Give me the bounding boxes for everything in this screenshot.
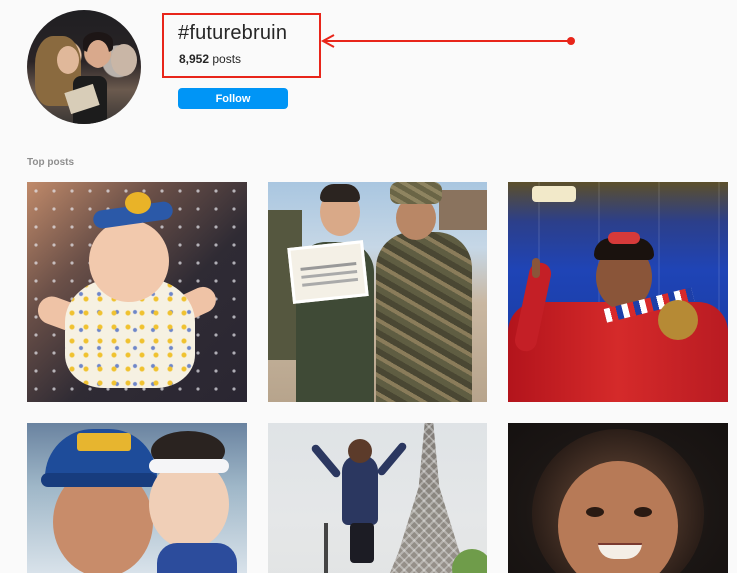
post-thumbnail-4[interactable] — [27, 423, 247, 573]
hashtag-title: #futurebruin — [178, 22, 288, 44]
follow-button[interactable]: Follow — [178, 88, 288, 109]
post-thumbnail-1[interactable] — [27, 182, 247, 402]
post-thumbnail-5[interactable] — [268, 423, 487, 573]
post-thumbnail-3[interactable] — [508, 182, 728, 402]
post-count-number: 8,952 — [179, 52, 210, 66]
top-posts-label: Top posts — [27, 157, 75, 168]
annotation-arrow — [320, 34, 575, 48]
post-thumbnail-6[interactable] — [508, 423, 728, 573]
post-count-suffix: posts — [209, 52, 242, 66]
post-count: 8,952 posts — [179, 52, 241, 66]
post-thumbnail-2[interactable] — [268, 182, 487, 402]
hashtag-avatar — [27, 10, 141, 124]
